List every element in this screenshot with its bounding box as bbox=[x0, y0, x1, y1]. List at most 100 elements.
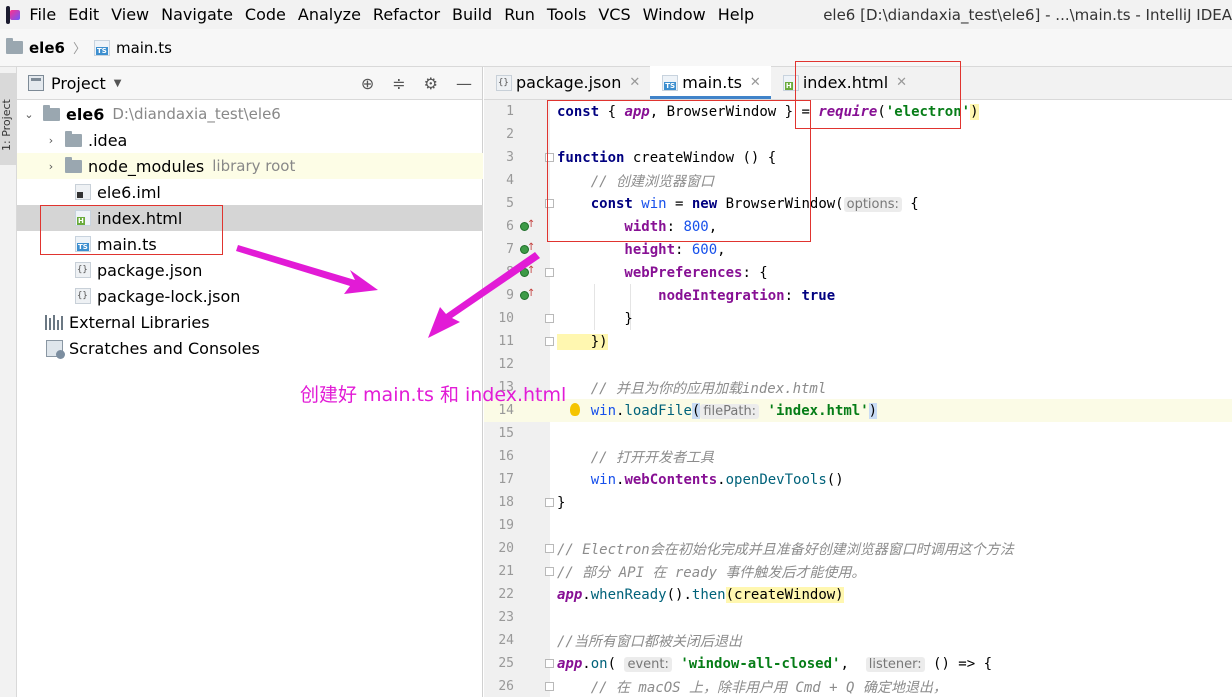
fold-icon[interactable] bbox=[545, 544, 554, 553]
line-number: 16 bbox=[498, 449, 514, 464]
gear-icon[interactable]: ⚙ bbox=[424, 74, 438, 93]
code-text: height: 600, bbox=[557, 241, 726, 258]
fold-icon[interactable] bbox=[545, 682, 554, 691]
fold-icon[interactable] bbox=[545, 268, 554, 277]
code-text: win.webContents.openDevTools() bbox=[557, 471, 844, 488]
menu-analyze[interactable]: Analyze bbox=[293, 5, 366, 24]
tree-item-external-libraries[interactable]: External Libraries bbox=[17, 309, 483, 335]
fold-icon[interactable] bbox=[545, 153, 554, 162]
chevron-down-icon[interactable]: ▼ bbox=[114, 78, 122, 89]
hide-panel-icon[interactable]: — bbox=[456, 74, 472, 93]
code-text: nodeIntegration: true bbox=[557, 287, 836, 304]
menu-vcs[interactable]: VCS bbox=[593, 5, 635, 24]
editor-tab-bar: {} package.json ✕ TS main.ts ✕ H index.h… bbox=[484, 66, 1232, 100]
code-line: 12 bbox=[484, 353, 1232, 376]
code-line: 24 //当所有窗口都被关闭后退出 bbox=[484, 629, 1232, 652]
code-line: 16 // 打开开发者工具 bbox=[484, 445, 1232, 468]
code-comment: // Electron会在初始化完成并且准备好创建浏览器窗口时调用这个方法 bbox=[557, 541, 1014, 558]
tree-item-label: ele6 bbox=[66, 104, 105, 124]
tab-label: index.html bbox=[802, 73, 889, 92]
tab-index-html[interactable]: H index.html ✕ bbox=[771, 66, 917, 99]
tree-item-ele6-iml[interactable]: ele6.iml bbox=[17, 179, 483, 205]
tree-item-index-html[interactable]: H index.html bbox=[17, 205, 483, 231]
code-line: 5 const win = new BrowserWindow(options:… bbox=[484, 192, 1232, 215]
annotation-caption: 创建好 main.ts 和 index.html bbox=[300, 384, 567, 406]
code-comment: // 部分 API 在 ready 事件触发后才能使用。 bbox=[557, 564, 866, 581]
fold-icon[interactable] bbox=[545, 659, 554, 668]
chevron-right-icon[interactable]: › bbox=[45, 134, 57, 147]
breadcrumb-file[interactable]: TS main.ts bbox=[93, 39, 172, 57]
collapse-all-icon[interactable]: ≑ bbox=[392, 74, 405, 93]
tree-item-package-json[interactable]: {} package.json bbox=[17, 257, 483, 283]
code-line: 17 win.webContents.openDevTools() bbox=[484, 468, 1232, 491]
fold-icon[interactable] bbox=[545, 498, 554, 507]
menu-bar: File Edit View Navigate Code Analyze Ref… bbox=[0, 0, 1232, 29]
up-arrow-icon: ↑ bbox=[527, 242, 536, 253]
tree-item-label: External Libraries bbox=[69, 312, 210, 332]
code-line: 26 // 在 macOS 上，除非用户用 Cmd + Q 确定地退出， bbox=[484, 675, 1232, 697]
code-line: 19 bbox=[484, 514, 1232, 537]
tab-package-json[interactable]: {} package.json ✕ bbox=[484, 66, 650, 99]
tree-item-ele6[interactable]: ⌄ ele6 D:\diandaxia_test\ele6 bbox=[17, 101, 483, 127]
menu-file[interactable]: File bbox=[24, 5, 61, 24]
close-icon[interactable]: ✕ bbox=[896, 75, 907, 90]
menu-refactor[interactable]: Refactor bbox=[368, 5, 445, 24]
tree-item-label: index.html bbox=[97, 208, 183, 228]
line-number: 19 bbox=[498, 518, 514, 533]
close-icon[interactable]: ✕ bbox=[629, 75, 640, 90]
typescript-file-icon: TS bbox=[93, 39, 110, 56]
project-panel-title[interactable]: Project bbox=[51, 74, 106, 93]
tree-item-node-modules[interactable]: › node_modules library root bbox=[17, 153, 483, 179]
tree-item-package-lock-json[interactable]: {} package-lock.json bbox=[17, 283, 483, 309]
menu-run[interactable]: Run bbox=[499, 5, 540, 24]
tree-item-idea[interactable]: › .idea bbox=[17, 127, 483, 153]
folder-icon bbox=[6, 38, 23, 54]
code-comment: // 在 macOS 上，除非用户用 Cmd + Q 确定地退出， bbox=[557, 679, 947, 696]
fold-icon[interactable] bbox=[545, 314, 554, 323]
menu-tools[interactable]: Tools bbox=[542, 5, 591, 24]
tree-item-main-ts[interactable]: TS main.ts bbox=[17, 231, 483, 257]
fold-icon[interactable] bbox=[545, 199, 554, 208]
line-number: 11 bbox=[498, 334, 514, 349]
window-title: ele6 [D:\diandaxia_test\ele6] - ...\main… bbox=[823, 5, 1232, 24]
menu-navigate[interactable]: Navigate bbox=[156, 5, 238, 24]
code-line: 15 bbox=[484, 422, 1232, 445]
menu-window[interactable]: Window bbox=[638, 5, 711, 24]
code-line: 10 } bbox=[484, 307, 1232, 330]
breadcrumb-project[interactable]: ele6 bbox=[6, 38, 65, 57]
typescript-file-icon: TS bbox=[662, 74, 679, 91]
code-line: 6 ↑ width: 800, bbox=[484, 215, 1232, 238]
code-line: 4 // 创建浏览器窗口 bbox=[484, 169, 1232, 192]
project-tool-tab[interactable]: 1: Project bbox=[0, 73, 16, 165]
menu-help[interactable]: Help bbox=[713, 5, 759, 24]
tree-item-label: main.ts bbox=[97, 234, 157, 254]
code-text: const { app, BrowserWindow } = require('… bbox=[557, 103, 979, 120]
menu-build[interactable]: Build bbox=[447, 5, 497, 24]
line-number: 6 bbox=[506, 219, 514, 234]
chevron-right-icon[interactable]: › bbox=[45, 160, 57, 173]
chevron-down-icon[interactable]: ⌄ bbox=[23, 108, 35, 121]
fold-icon[interactable] bbox=[545, 337, 554, 346]
line-number: 9 bbox=[506, 288, 514, 303]
line-number: 20 bbox=[498, 541, 514, 556]
code-line: 18 } bbox=[484, 491, 1232, 514]
locate-target-icon[interactable]: ⊕ bbox=[361, 74, 374, 93]
line-number: 21 bbox=[498, 564, 514, 579]
menu-view[interactable]: View bbox=[106, 5, 154, 24]
code-text: win.loadFile(filePath: 'index.html') bbox=[557, 402, 878, 419]
json-file-icon: {} bbox=[75, 288, 91, 304]
line-number: 2 bbox=[506, 127, 514, 142]
tree-item-scratches[interactable]: Scratches and Consoles bbox=[17, 335, 483, 361]
code-line: 23 bbox=[484, 606, 1232, 629]
fold-icon[interactable] bbox=[545, 567, 554, 576]
line-number: 18 bbox=[498, 495, 514, 510]
menu-edit[interactable]: Edit bbox=[63, 5, 104, 24]
code-text: width: 800, bbox=[557, 218, 718, 235]
tree-item-label: Scratches and Consoles bbox=[69, 338, 260, 358]
tab-main-ts[interactable]: TS main.ts ✕ bbox=[650, 66, 771, 99]
line-number: 26 bbox=[498, 679, 514, 694]
close-icon[interactable]: ✕ bbox=[750, 75, 761, 90]
menu-code[interactable]: Code bbox=[240, 5, 291, 24]
code-editor[interactable]: 1 const { app, BrowserWindow } = require… bbox=[484, 100, 1232, 697]
parameter-hint: event: bbox=[624, 656, 672, 672]
